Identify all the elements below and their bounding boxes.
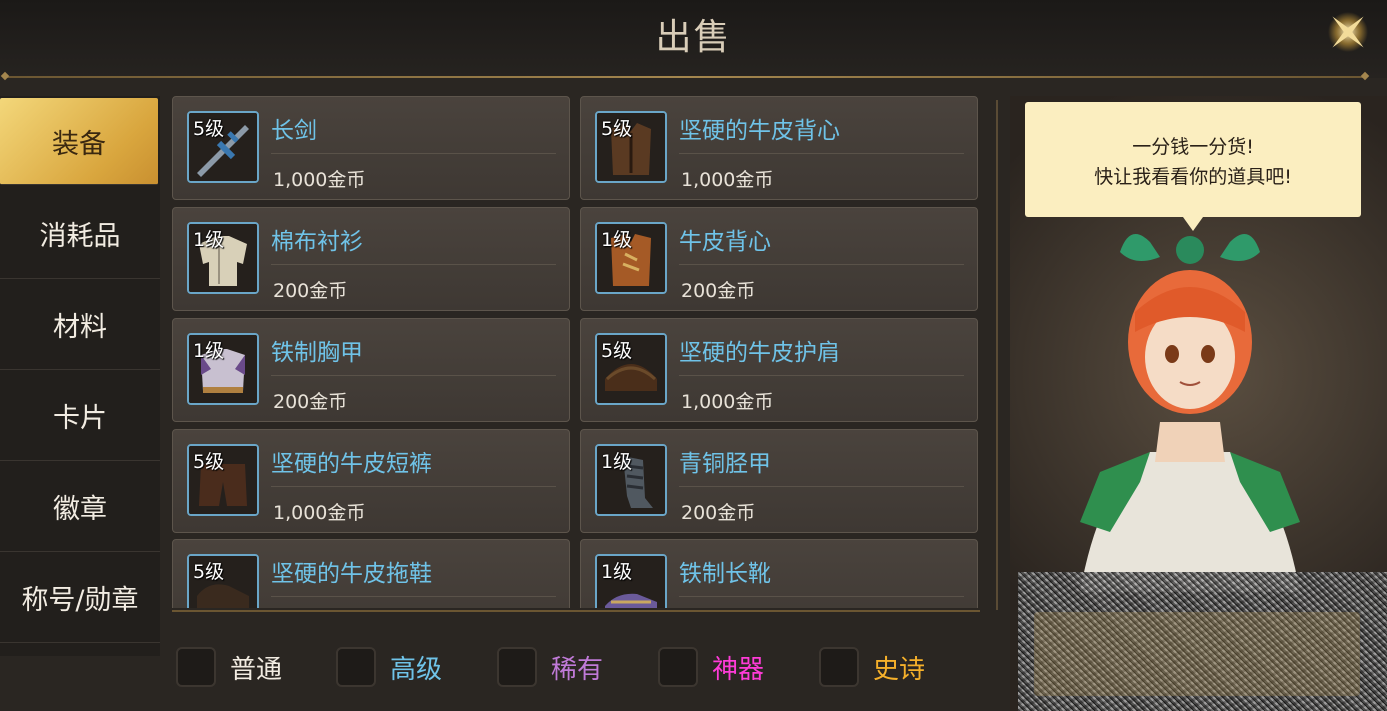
item-thumbnail: 1级 [187,333,259,405]
item-grid[interactable]: 5级 长剑 1,000金币 5级 坚硬的牛皮背心 1,000金币 1级 棉布衬衫… [170,96,985,608]
npc-speech-bubble: 一分钱一分货! 快让我看看你的道具吧! [1025,102,1361,231]
sidebar-item-label: 材料 [53,311,107,343]
header-divider [6,76,1364,78]
item-thumbnail: 5级 [187,444,259,516]
filter-artifact[interactable]: 神器 [658,644,764,690]
sidebar-item-materials[interactable]: 材料 [0,279,160,370]
obscured-button[interactable] [1034,612,1360,696]
item-divider [271,375,556,376]
item-thumbnail: 5级 [595,111,667,183]
sidebar-item-label: 徽章 [53,493,107,525]
filter-checkbox[interactable] [336,647,376,687]
item-level: 5级 [193,451,225,473]
sidebar-item-consumables[interactable]: 消耗品 [0,188,160,279]
item-name: 铁制长靴 [679,561,771,587]
item-level: 5级 [193,561,225,583]
item-divider [679,375,964,376]
filter-label: 史诗 [873,654,926,685]
item-card[interactable]: 5级 坚硬的牛皮背心 1,000金币 [580,96,978,200]
item-card[interactable]: 1级 铁制胸甲 200金币 [172,318,570,422]
item-name: 长剑 [271,118,317,144]
rarity-filters: 普通 高级 稀有 神器 史诗 [176,644,976,690]
item-divider [271,153,556,154]
item-card[interactable]: 1级 棉布衬衫 200金币 [172,207,570,311]
item-price: 200金币 [273,391,348,413]
filter-label: 稀有 [551,654,604,685]
item-name: 牛皮背心 [679,229,771,255]
item-divider [271,264,556,265]
filter-checkbox[interactable] [658,647,698,687]
item-price: 1,000金币 [273,169,366,191]
sidebar-item-label: 卡片 [53,402,107,434]
item-divider [679,596,964,597]
item-name: 坚硬的牛皮短裤 [271,451,432,477]
item-level: 5级 [193,118,225,140]
filter-common[interactable]: 普通 [176,644,282,690]
item-divider [271,596,556,597]
filter-checkbox[interactable] [497,647,537,687]
item-name: 铁制胸甲 [271,340,363,366]
item-level: 5级 [601,340,633,362]
item-thumbnail: 1级 [595,222,667,294]
item-divider [679,264,964,265]
item-thumbnail: 1级 [595,554,667,608]
npc-line: 快让我看看你的道具吧! [1094,166,1292,188]
filter-label: 神器 [712,654,765,685]
item-divider [679,153,964,154]
item-card[interactable]: 5级 长剑 1,000金币 [172,96,570,200]
sidebar-item-cards[interactable]: 卡片 [0,370,160,461]
filter-label: 高级 [390,654,443,685]
item-card[interactable]: 1级 青铜胫甲 200金币 [580,429,978,533]
page-title: 出售 [655,17,732,58]
item-card[interactable]: 5级 坚硬的牛皮护肩 1,000金币 [580,318,978,422]
item-level: 1级 [193,340,225,362]
item-price: 200金币 [681,502,756,524]
item-level: 5级 [601,118,633,140]
close-button[interactable] [1320,6,1376,58]
sidebar-item-label: 消耗品 [39,220,121,252]
sidebar-item-titles-medals[interactable]: 称号/勋章 [0,552,160,643]
item-name: 坚硬的牛皮背心 [679,118,840,144]
item-thumbnail: 1级 [595,444,667,516]
filter-rare[interactable]: 稀有 [497,644,603,690]
filter-checkbox[interactable] [176,647,216,687]
item-price: 1,000金币 [273,502,366,524]
item-card[interactable]: 5级 坚硬的牛皮短裤 1,000金币 [172,429,570,533]
item-price: 200金币 [273,280,348,302]
filter-checkbox[interactable] [819,647,859,687]
item-card[interactable]: 5级 坚硬的牛皮拖鞋 [172,539,570,608]
category-sidebar: 装备 消耗品 材料 卡片 徽章 称号/勋章 [0,96,160,656]
item-card[interactable]: 1级 铁制长靴 [580,539,978,608]
sidebar-item-badges[interactable]: 徽章 [0,461,160,552]
item-card[interactable]: 1级 牛皮背心 200金币 [580,207,978,311]
item-name: 坚硬的牛皮拖鞋 [271,561,432,587]
item-name: 棉布衬衫 [271,229,363,255]
item-level: 1级 [601,229,633,251]
filter-epic[interactable]: 史诗 [819,644,925,690]
npc-line: 一分钱一分货! [1132,136,1254,158]
item-divider [271,486,556,487]
scrollbar[interactable] [996,100,998,610]
sidebar-item-equipment[interactable]: 装备 [0,98,158,185]
item-name: 坚硬的牛皮护肩 [679,340,840,366]
item-thumbnail: 5级 [595,333,667,405]
close-icon [1328,12,1368,52]
item-level: 1级 [601,451,633,473]
item-thumbnail: 5级 [187,111,259,183]
filter-advanced[interactable]: 高级 [336,644,442,690]
filter-label: 普通 [230,654,283,685]
item-divider [679,486,964,487]
item-name: 青铜胫甲 [679,451,771,477]
item-thumbnail: 1级 [187,222,259,294]
item-price: 1,000金币 [681,391,774,413]
item-thumbnail: 5级 [187,554,259,608]
item-level: 1级 [601,561,633,583]
item-price: 200金币 [681,280,756,302]
npc-shopkeeper-portrait [1080,234,1300,592]
item-price: 1,000金币 [681,169,774,191]
grid-bottom-divider [172,610,980,612]
item-level: 1级 [193,229,225,251]
sidebar-item-label: 装备 [52,128,106,160]
sidebar-item-label: 称号/勋章 [21,584,139,616]
